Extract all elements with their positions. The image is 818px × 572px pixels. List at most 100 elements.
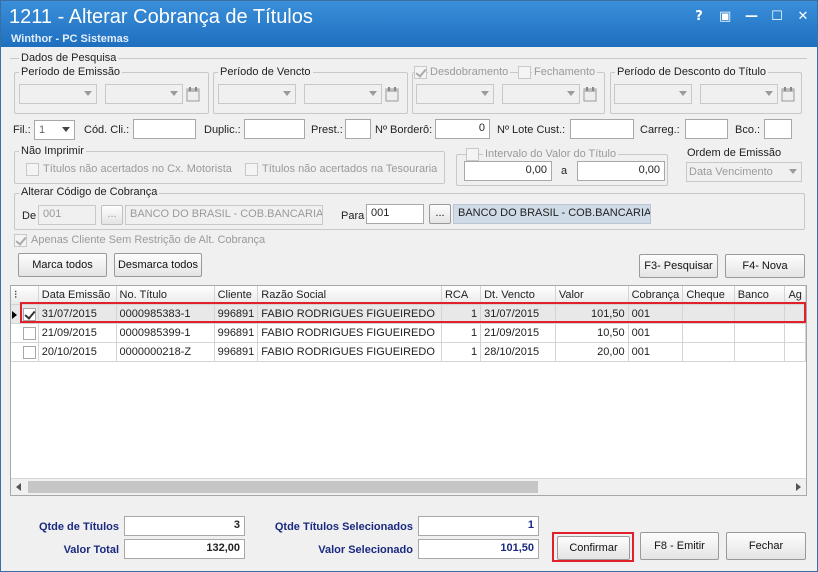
cell-cliente: 996891 [214, 304, 259, 324]
pesquisar-button[interactable]: F3- Pesquisar [639, 254, 718, 278]
col-header-banco[interactable]: Banco [734, 286, 786, 305]
scroll-thumb[interactable] [28, 481, 538, 493]
table-row[interactable]: 31/07/2015 0000985383-1 996891 FABIO ROD… [11, 304, 806, 324]
para-code-input[interactable]: 001 [366, 204, 424, 224]
intervalo-ate-input[interactable]: 0,00 [577, 161, 665, 181]
titles-grid[interactable]: ⁝ Data Emissão No. Título Cliente Razão … [10, 285, 807, 496]
cell-valor: 10,50 [555, 323, 629, 343]
cell-cheque [682, 342, 735, 362]
fechar-button[interactable]: Fechar [726, 532, 806, 560]
table-row[interactable]: 20/10/2015 0000000218-Z 996891 FABIO ROD… [11, 342, 806, 362]
cod-cli-input[interactable] [133, 119, 196, 139]
cell-cobranca: 001 [628, 323, 684, 343]
col-header-cliente[interactable]: Cliente [214, 286, 259, 305]
row-checkbox[interactable] [23, 307, 36, 321]
row-select-cell[interactable] [11, 323, 39, 343]
cell-valor: 20,00 [555, 342, 629, 362]
desconto-end-date[interactable] [700, 84, 778, 104]
col-header-cheque[interactable]: Cheque [682, 286, 735, 305]
ordem-select[interactable]: Data Vencimento [686, 162, 802, 182]
qtde-titulos-label: Qtde de Títulos [38, 521, 119, 533]
fechamento-checkbox[interactable] [518, 66, 531, 79]
prest-input[interactable] [345, 119, 371, 139]
nova-button[interactable]: F4- Nova [725, 254, 805, 278]
chevron-down-icon [481, 91, 489, 96]
intervalo-de-input[interactable]: 0,00 [464, 161, 552, 181]
cell-valor: 101,50 [555, 304, 629, 324]
de-code-input[interactable]: 001 [38, 205, 96, 225]
horizontal-scrollbar[interactable] [11, 478, 806, 495]
cell-ag [784, 323, 806, 343]
carreg-input[interactable] [685, 119, 728, 139]
nao-imprimir-title: Não Imprimir [19, 145, 86, 157]
desdobramento-checkbox[interactable] [414, 66, 427, 79]
intervalo-checkbox[interactable] [466, 148, 479, 161]
vencto-start-date[interactable] [218, 84, 296, 104]
cell-ag [784, 304, 806, 324]
cell-no-titulo: 0000985399-1 [116, 323, 215, 343]
table-row[interactable]: 21/09/2015 0000985399-1 996891 FABIO ROD… [11, 323, 806, 343]
calendar-icon[interactable] [781, 86, 795, 102]
cell-cliente: 996891 [214, 342, 259, 362]
para-lookup-button[interactable]: ... [429, 204, 451, 224]
emitir-button[interactable]: F8 - Emitir [640, 532, 719, 560]
calendar-icon[interactable] [186, 86, 200, 102]
chevron-down-icon [567, 91, 575, 96]
confirmar-button[interactable]: Confirmar [557, 536, 630, 560]
qtde-selecionados-value: 1 [418, 516, 539, 536]
dados-pesquisa-title: Dados de Pesquisa [19, 52, 119, 64]
emissao-start-date[interactable] [19, 84, 97, 104]
cell-banco [734, 342, 786, 362]
cell-no-titulo: 0000000218-Z [116, 342, 215, 362]
desdobramento-end-date[interactable] [502, 84, 580, 104]
desmarca-todos-button[interactable]: Desmarca todos [114, 253, 202, 277]
row-checkbox[interactable] [23, 326, 36, 340]
valor-total-value: 132,00 [124, 539, 245, 559]
row-select-cell[interactable] [11, 342, 39, 362]
scroll-left-icon[interactable] [16, 483, 21, 491]
bco-input[interactable] [764, 119, 792, 139]
ordem-label: Ordem de Emissão [687, 147, 782, 159]
motorista-checkbox[interactable] [26, 163, 39, 176]
motorista-label: Títulos não acertados no Cx. Motorista [43, 163, 232, 175]
cell-razao-social: FABIO RODRIGUES FIGUEIREDO [257, 304, 442, 324]
tesouraria-checkbox[interactable] [245, 163, 258, 176]
col-header-razao-social[interactable]: Razão Social [257, 286, 442, 305]
help-icon[interactable]: ? [693, 9, 705, 24]
de-lookup-button[interactable]: ... [101, 205, 123, 225]
col-header-no-titulo[interactable]: No. Título [116, 286, 215, 305]
col-header-cobranca[interactable]: Cobrança [628, 286, 684, 305]
minimize-icon[interactable]: — [745, 9, 758, 24]
calendar-icon[interactable] [385, 86, 399, 102]
fil-select[interactable]: 1 [34, 120, 75, 140]
col-header-valor[interactable]: Valor [555, 286, 629, 305]
lote-input[interactable] [570, 119, 634, 139]
cell-data-emissao: 31/07/2015 [38, 304, 117, 324]
scroll-right-icon[interactable] [796, 483, 801, 491]
chevron-down-icon [283, 91, 291, 96]
vencto-end-date[interactable] [304, 84, 382, 104]
col-header-dt-vencto[interactable]: Dt. Vencto [480, 286, 556, 305]
restore-icon[interactable]: ▣ [719, 9, 731, 24]
prest-label: Prest.: [311, 124, 343, 136]
col-header-ag[interactable]: Ag [784, 286, 806, 305]
cell-cheque [682, 323, 735, 343]
row-select-cell[interactable] [11, 304, 39, 324]
maximize-icon[interactable]: ☐ [771, 9, 783, 24]
fechamento-label: Fechamento [532, 66, 598, 78]
duplic-input[interactable] [244, 119, 305, 139]
marca-todos-button[interactable]: Marca todos [18, 253, 107, 277]
desdobramento-start-date[interactable] [416, 84, 494, 104]
bordero-input[interactable]: 0 [435, 119, 490, 139]
row-checkbox[interactable] [23, 345, 36, 359]
close-icon[interactable]: ✕ [797, 9, 809, 24]
apenas-cliente-checkbox[interactable] [14, 234, 27, 247]
desconto-start-date[interactable] [614, 84, 692, 104]
chevron-down-icon [789, 169, 797, 174]
grid-header: ⁝ Data Emissão No. Título Cliente Razão … [11, 286, 806, 305]
emissao-end-date[interactable] [105, 84, 183, 104]
calendar-icon[interactable] [583, 86, 597, 102]
col-header-rca[interactable]: RCA [441, 286, 482, 305]
column-menu-icon[interactable]: ⁝ [11, 286, 39, 305]
col-header-data-emissao[interactable]: Data Emissão [38, 286, 117, 305]
